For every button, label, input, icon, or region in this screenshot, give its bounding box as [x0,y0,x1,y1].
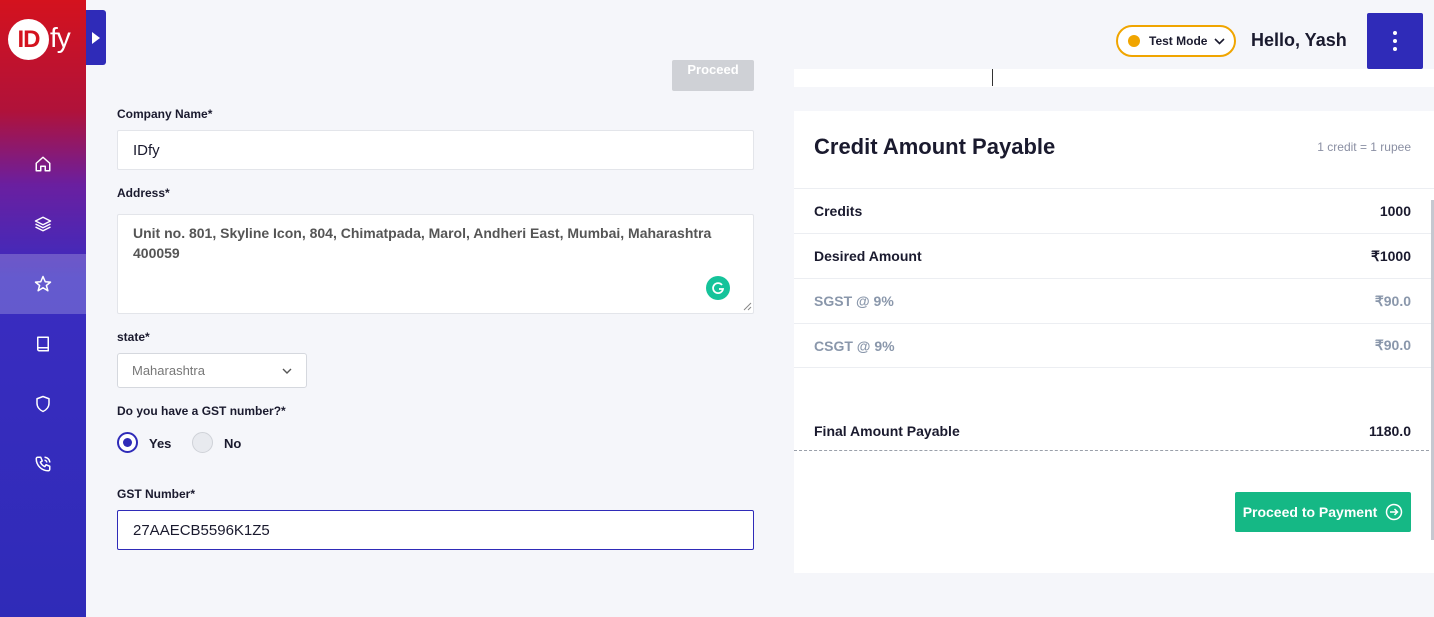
caret-right-icon [92,31,100,44]
sidebar-item-security[interactable] [0,374,86,434]
test-mode-dropdown[interactable]: Test Mode [1116,25,1236,57]
gst-number-value: 27AAECB5596K1Z5 [133,521,270,539]
gst-number-label: GST Number* [117,487,196,501]
address-value: Unit no. 801, Skyline Icon, 804, Chimatp… [133,225,712,261]
gst-no-radio[interactable] [192,432,213,453]
state-select[interactable]: Maharashtra [117,353,307,388]
row-label: CSGT @ 9% [814,337,895,354]
proceed-to-payment-button[interactable]: Proceed to Payment [1235,492,1411,532]
logo-fy: fy [50,22,71,53]
home-icon [35,156,51,172]
status-dot-icon [1128,35,1140,47]
row-value: ₹90.0 [1374,292,1411,309]
sidebar-toggle-button[interactable] [86,10,106,65]
company-name-label: Company Name* [117,107,213,121]
divider [992,69,993,86]
proceed-button[interactable]: Proceed [672,60,754,91]
sidebar-item-docs[interactable] [0,314,86,374]
row-label: Credits [814,203,863,219]
gst-no-label[interactable]: No [224,436,241,451]
chevron-down-icon [1214,37,1226,45]
star-icon [34,275,52,292]
state-value: Maharashtra [132,363,205,378]
company-name-value: IDfy [133,141,160,159]
final-amount-value: 1180.0 [1368,422,1411,439]
resize-handle-icon[interactable] [743,302,752,311]
top-card-partial [794,69,1434,87]
arrow-circle-right-icon [1386,503,1403,521]
sidebar-item-home[interactable] [0,134,86,194]
idfy-logo[interactable]: ID fy [8,16,78,62]
final-amount-label: Final Amount Payable [814,422,960,439]
gst-question-label: Do you have a GST number?* [117,404,286,418]
row-label: SGST @ 9% [814,293,894,309]
grammarly-icon[interactable] [706,276,730,300]
sidebar: ID fy [0,0,86,617]
gst-yes-radio[interactable] [117,432,138,453]
row-value: ₹1000 [1370,247,1411,264]
proceed-label: Proceed [687,62,739,77]
sidebar-item-layers[interactable] [0,194,86,254]
card-title: Credit Amount Payable [814,134,1056,159]
test-mode-label: Test Mode [1149,34,1208,48]
layers-icon [34,216,52,232]
user-greeting: Hello, Yash [1251,30,1347,50]
final-amount-row: Final Amount Payable 1180.0 [794,411,1434,451]
row-label: Desired Amount [814,248,922,264]
row-value: 1000 [1379,203,1411,219]
sidebar-item-favorites[interactable] [0,254,86,314]
more-menu-button[interactable] [1367,13,1423,69]
summary-row-sgst: SGST @ 9% ₹90.0 [794,278,1434,323]
gst-yes-label[interactable]: Yes [149,436,171,451]
kebab-menu-icon [1393,31,1397,51]
logo-id: ID [8,19,49,60]
chevron-down-icon [282,368,292,374]
address-label: Address* [117,186,170,200]
company-name-input[interactable]: IDfy [117,130,754,170]
sidebar-item-support[interactable] [0,434,86,494]
credit-summary-card: Credit Amount Payable 1 credit = 1 rupee… [794,111,1434,573]
summary-row-cgst: CSGT @ 9% ₹90.0 [794,323,1434,368]
gst-number-input[interactable]: 27AAECB5596K1Z5 [117,510,754,550]
phone-icon [35,456,51,472]
row-value: ₹90.0 [1374,337,1411,353]
state-label: state* [117,330,150,344]
book-icon [37,336,49,352]
pay-button-label: Proceed to Payment [1242,504,1378,520]
shield-icon [36,395,50,413]
conversion-note: 1 credit = 1 rupee [1317,140,1411,154]
address-textarea[interactable]: Unit no. 801, Skyline Icon, 804, Chimatp… [117,214,754,314]
summary-row-desired-amount: Desired Amount ₹1000 [794,233,1434,278]
summary-row-credits: Credits 1000 [794,188,1434,233]
